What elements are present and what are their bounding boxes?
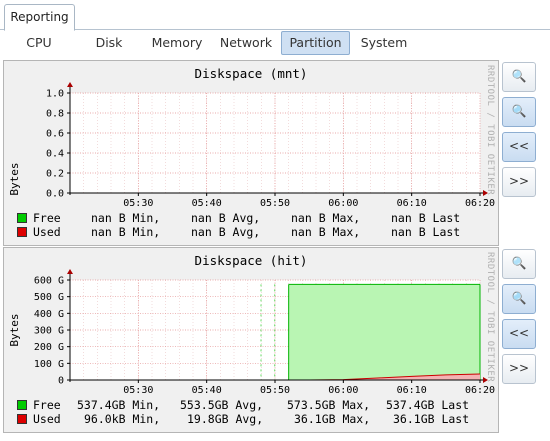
chart-mnt: Bytes 0.0 0.2 0.4 0.6 0.8 1.0 05:30 05:40 05:50… <box>8 82 495 209</box>
used-swatch <box>17 413 27 424</box>
legend-last: 537.4GB Last <box>386 398 470 412</box>
y-tick-label: 100 G <box>34 359 64 370</box>
y-axis-label: Bytes <box>8 313 21 346</box>
y-tick-label: 500 G <box>34 292 64 303</box>
zoom-in-icon: 🔍 <box>511 69 527 83</box>
y-tick-label: 600 G <box>34 276 64 287</box>
x-axis-arrow <box>483 377 488 383</box>
zoom-out-icon: 🔍 <box>511 104 527 118</box>
legend-max: nan B Max, <box>291 225 361 239</box>
y-axis-label: Bytes <box>8 162 21 195</box>
subtab-cpu[interactable]: CPU <box>17 32 61 54</box>
subtab-memory[interactable]: Memory <box>149 32 205 54</box>
legend-min: nan B Min, <box>91 225 161 239</box>
y-tick-label: 300 G <box>34 326 64 337</box>
chart-hit: Bytes 0 100 G 200 G 300 G 400 G 500 G 600 G 05… <box>8 269 495 396</box>
subtab-network[interactable]: Network <box>217 32 275 54</box>
legend-max: 573.5GB Max, <box>287 398 371 412</box>
graph-panel-hit: Diskspace (hit) RRDTOOL / TOBI OETIKER B… <box>3 247 499 433</box>
x-tick-label: 06:20 <box>465 198 495 209</box>
legend-free: Free nan B Min, nan B Avg, nan B Max, nan B … <box>17 211 460 225</box>
y-tick-label: 0.4 <box>46 149 64 160</box>
x-tick-label: 06:00 <box>328 385 358 396</box>
x-tick-label: 05:30 <box>123 198 153 209</box>
legend-min: nan B Min, <box>91 211 161 225</box>
free-swatch <box>17 399 27 410</box>
zoom-out-icon: 🔍 <box>511 291 527 305</box>
legend-avg: nan B Avg, <box>191 225 261 239</box>
legend-avg: 19.8GB Avg, <box>187 412 264 426</box>
y-tick-label: 0.6 <box>46 129 64 140</box>
free-swatch <box>17 212 27 223</box>
legend-avg: nan B Avg, <box>191 211 261 225</box>
forward-button[interactable]: >> <box>502 167 536 197</box>
subtab-partition[interactable]: Partition <box>281 31 350 55</box>
legend-max: nan B Max, <box>291 211 361 225</box>
zoom-in-button[interactable]: 🔍 <box>502 249 536 279</box>
y-axis-arrow <box>67 269 73 274</box>
legend-last: nan B Last <box>391 211 461 225</box>
zoom-in-icon: 🔍 <box>511 256 527 270</box>
y-tick-label: 1.0 <box>46 89 64 100</box>
subtab-bar: CPU Disk Memory Network Partition System <box>0 30 550 57</box>
legend-used: Used nan B Min, nan B Avg, nan B Max, nan B … <box>17 225 460 239</box>
legend-last: nan B Last <box>391 225 461 239</box>
subtab-disk[interactable]: Disk <box>88 32 130 54</box>
forward-button[interactable]: >> <box>502 354 536 384</box>
y-tick-label: 0 <box>58 376 64 387</box>
top-tab-bar: Reporting <box>0 0 550 31</box>
back-button[interactable]: << <box>502 319 536 349</box>
y-tick-label: 0.0 <box>46 189 64 200</box>
back-button[interactable]: << <box>502 132 536 162</box>
legend-label: Free <box>33 398 61 412</box>
legend-used: Used 96.0kB Min, 19.8GB Avg, 36.1GB Max, 36.… <box>17 412 469 426</box>
y-axis-arrow <box>67 82 73 87</box>
x-tick-label: 06:10 <box>397 198 427 209</box>
x-axis-arrow <box>483 190 488 196</box>
legend-max: 36.1GB Max, <box>294 412 371 426</box>
subtab-system[interactable]: System <box>357 32 411 54</box>
series-free-area <box>288 284 480 380</box>
x-tick-label: 05:50 <box>260 385 290 396</box>
legend-free: Free 537.4GB Min, 553.5GB Avg, 573.5GB Max,… <box>17 398 469 412</box>
y-tick-label: 200 G <box>34 342 64 353</box>
zoom-out-button[interactable]: 🔍 <box>502 284 536 314</box>
legend-min: 537.4GB Min, <box>77 398 161 412</box>
legend-last: 36.1GB Last <box>393 412 470 426</box>
x-tick-label: 06:00 <box>328 198 358 209</box>
zoom-in-button[interactable]: 🔍 <box>502 62 536 92</box>
y-tick-label: 0.8 <box>46 109 64 120</box>
graph-panel-mnt: Diskspace (mnt) RRDTOOL / TOBI OETIKER B… <box>3 60 499 246</box>
x-tick-label: 05:40 <box>192 385 222 396</box>
y-tick-label: 0.2 <box>46 169 64 180</box>
x-tick-label: 06:20 <box>465 385 495 396</box>
zoom-out-button[interactable]: 🔍 <box>502 97 536 127</box>
x-tick-label: 05:50 <box>260 198 290 209</box>
legend-label: Used <box>33 412 61 426</box>
x-tick-label: 05:30 <box>123 385 153 396</box>
tab-reporting[interactable]: Reporting <box>4 4 75 31</box>
legend-label: Free <box>33 211 61 225</box>
x-tick-label: 06:10 <box>397 385 427 396</box>
y-tick-label: 400 G <box>34 309 64 320</box>
legend-avg: 553.5GB Avg, <box>180 398 264 412</box>
legend-min: 96.0kB Min, <box>84 412 161 426</box>
legend-label: Used <box>33 225 61 239</box>
used-swatch <box>17 226 27 237</box>
x-tick-label: 05:40 <box>192 198 222 209</box>
